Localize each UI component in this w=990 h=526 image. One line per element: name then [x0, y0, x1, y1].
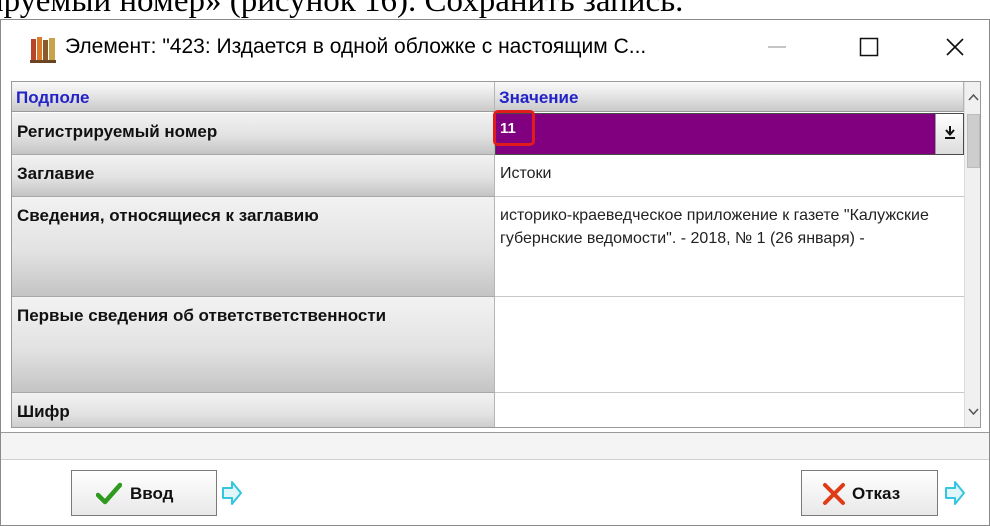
right-arrow-icon[interactable]: [944, 480, 966, 506]
vertical-scrollbar[interactable]: [964, 82, 980, 427]
books-icon: [29, 36, 57, 64]
checkmark-icon: [96, 482, 122, 505]
dropdown-button[interactable]: [935, 114, 963, 154]
subfield-cell[interactable]: Регистрируемый номер: [12, 113, 495, 155]
grid-row[interactable]: Заглавие Истоки: [12, 155, 964, 197]
cancel-button-label: Отказ: [852, 484, 901, 503]
document-text: ируемый номер» (рисунок 16). Сохранить з…: [0, 0, 684, 19]
grid-row[interactable]: Первые сведения об ответстветственности: [12, 297, 964, 393]
subfield-cell[interactable]: Первые сведения об ответстветственности: [12, 297, 495, 393]
x-icon: [823, 483, 845, 505]
maximize-button[interactable]: [837, 20, 901, 75]
column-header-subfield[interactable]: Подполе: [12, 82, 495, 112]
subfield-cell[interactable]: Сведения, относящиеся к заглавию: [12, 197, 495, 297]
value-cell[interactable]: историко-краеведческое приложение к газе…: [495, 197, 964, 297]
cancel-button[interactable]: Отказ: [801, 470, 938, 516]
minimize-button[interactable]: [745, 20, 809, 75]
subfield-grid: Подполе Значение Регистрируемый номер 11…: [11, 81, 981, 428]
value-cell[interactable]: Истоки: [495, 155, 964, 197]
grid-row[interactable]: Сведения, относящиеся к заглавию историк…: [12, 197, 964, 297]
scrollbar-thumb[interactable]: [967, 114, 980, 168]
grid-row[interactable]: Шифр: [12, 393, 964, 427]
scroll-down-icon[interactable]: [968, 406, 979, 417]
right-arrow-icon[interactable]: [221, 480, 243, 506]
window-title: Элемент: "423: Издается в одной обложке …: [65, 35, 647, 58]
scroll-up-icon[interactable]: [968, 92, 979, 103]
close-button[interactable]: [923, 20, 987, 75]
value-cell[interactable]: [495, 297, 964, 393]
value-editor[interactable]: 11: [493, 110, 964, 155]
value-cell[interactable]: [495, 393, 964, 427]
title-bar[interactable]: Элемент: "423: Издается в одной обложке …: [1, 20, 989, 75]
subfield-cell[interactable]: Шифр: [12, 393, 495, 427]
subfield-cell[interactable]: Заглавие: [12, 155, 495, 197]
column-header-value[interactable]: Значение: [495, 82, 964, 112]
down-arrow-icon: [945, 126, 955, 139]
ok-button[interactable]: Ввод: [71, 470, 217, 516]
element-editor-dialog: Элемент: "423: Издается в одной обложке …: [0, 19, 990, 526]
grid-row[interactable]: Регистрируемый номер 11: [12, 110, 964, 155]
hint-panel: [1, 432, 989, 460]
ok-button-label: Ввод: [130, 484, 174, 503]
highlight-box: [493, 110, 535, 146]
